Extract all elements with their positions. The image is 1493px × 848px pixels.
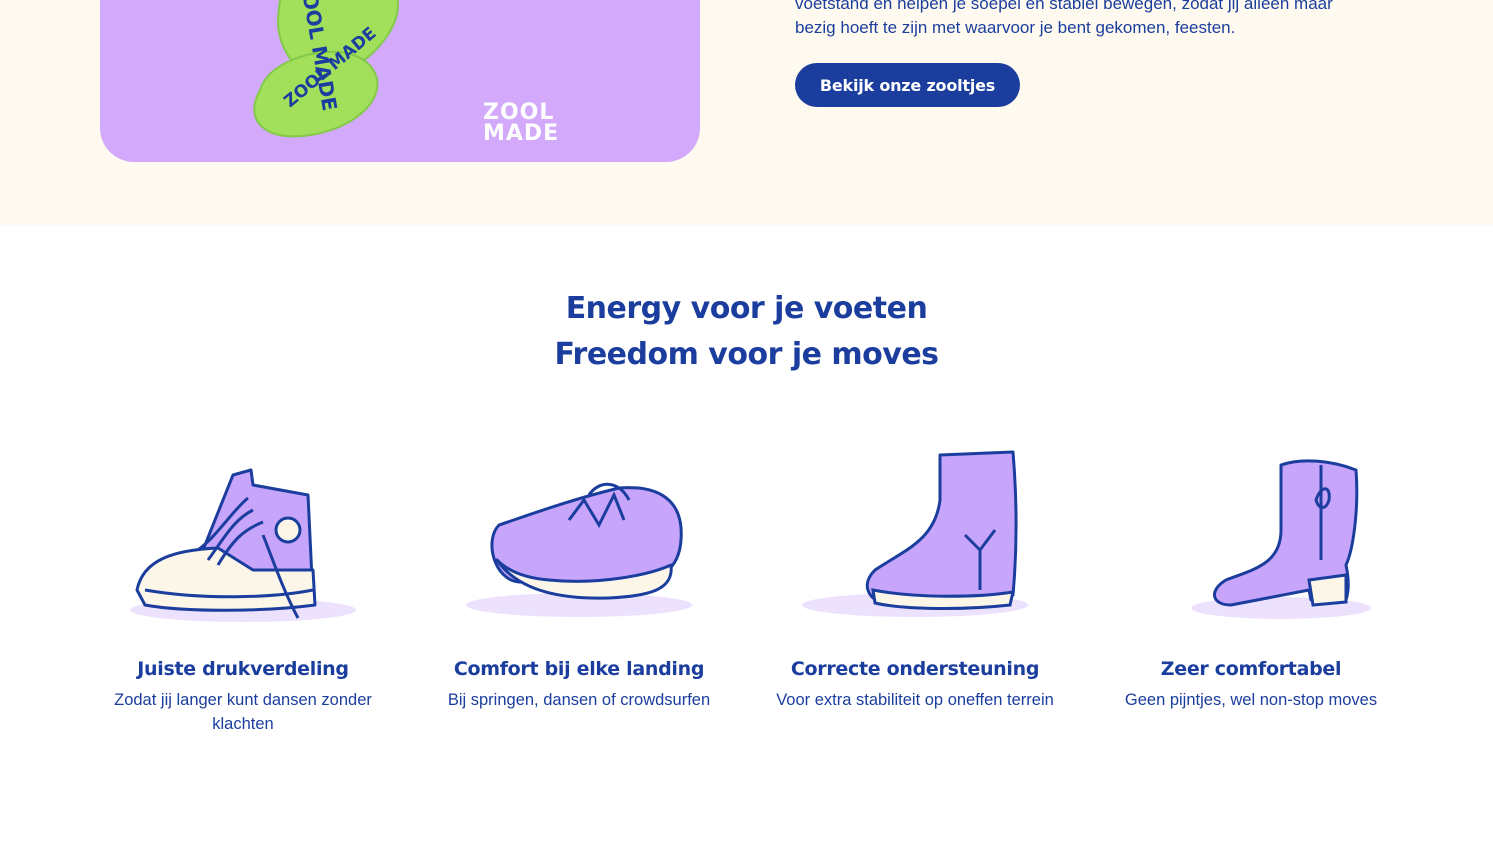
feature-text: Geen pijntjes, wel non-stop moves [1124,691,1378,709]
feature-text: Voor extra stabiliteit op oneffen terrei… [776,691,1054,709]
hero-section: ZOOL MADE ZOOL MADE ZOOL MADE voetstand … [0,0,1493,225]
zoolmade-logo: ZOOL MADE [483,100,560,146]
feature-title: Comfort bij elke landing [453,658,705,680]
feature-correct-support: Correcte ondersteuning Voor extra stabil… [765,440,1065,712]
feature-landing-comfort: Comfort bij elke landing Bij springen, d… [429,440,729,712]
view-insoles-button[interactable]: Bekijk onze zooltjes [795,63,1020,107]
winter-boot-icon [802,450,1028,617]
feature-title: Correcte ondersteuning [790,658,1040,680]
feature-title: Juiste drukverdeling [137,658,349,680]
running-shoe-icon [466,482,692,617]
feature-pressure-distribution: Juiste drukverdeling Zodat jij langer ku… [93,440,393,736]
high-top-sneaker-icon [130,468,356,622]
feature-text: Bij springen, dansen of crowdsurfen [447,691,711,709]
insoles-illustration: ZOOL MADE ZOOL MADE [253,0,399,138]
hero-description: voetstand en helpen je soepel en stabiel… [795,0,1333,37]
insole-product-image: ZOOL MADE ZOOL MADE ZOOL MADE [100,0,700,162]
feature-title: Zeer comfortabel [1160,658,1342,680]
cowboy-boot-icon [1191,459,1371,619]
feature-text: Zodat jij langer kunt dansen zonder klac… [114,691,372,733]
features-heading: Energy voor je voeten Freedom voor je mo… [554,291,939,372]
feature-very-comfortable: Zeer comfortabel Geen pijntjes, wel non-… [1101,440,1401,712]
